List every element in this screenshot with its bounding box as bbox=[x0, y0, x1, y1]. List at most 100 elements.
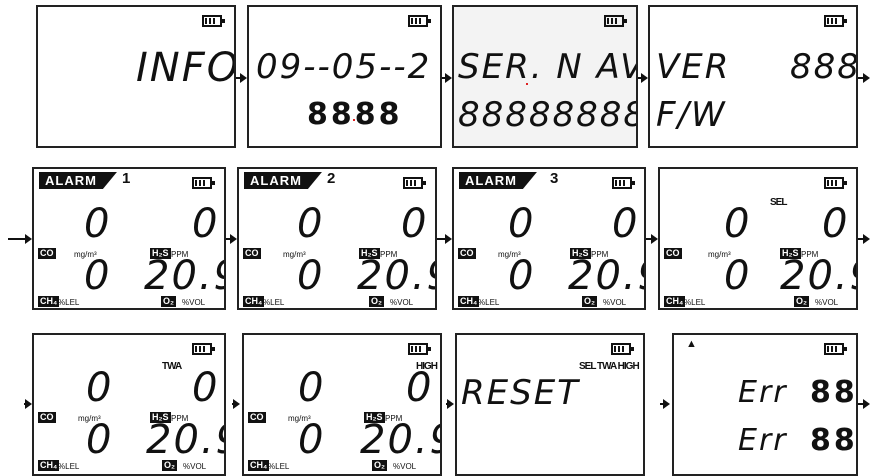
h2s-reading: 0 bbox=[612, 201, 640, 247]
date-code: 8888 bbox=[307, 97, 403, 132]
battery-icon bbox=[824, 343, 847, 355]
date-panel: 09--05--2 1 8888 bbox=[247, 5, 442, 148]
indicator-dot bbox=[353, 119, 355, 121]
ch4-unit: %LEL bbox=[268, 462, 290, 471]
ch4-chip: CH₄ bbox=[248, 460, 270, 471]
info-text: INFO bbox=[136, 45, 236, 91]
co-chip: CO bbox=[664, 248, 682, 259]
version-label: VER bbox=[656, 47, 731, 87]
ch4-unit: %LEL bbox=[58, 298, 80, 307]
high-panel: HIGH 0 0 CO mg/m³ H₂S PPM 0 20.9 CH₄ %LE… bbox=[242, 333, 442, 476]
o2-unit: %VOL bbox=[182, 298, 206, 307]
h2s-reading: 0 bbox=[401, 201, 429, 247]
flow-arrow bbox=[858, 234, 870, 244]
battery-icon bbox=[408, 343, 431, 355]
flow-arrow bbox=[232, 399, 240, 409]
alarm3-panel: ALARM 3 0 0 CO mg/m³ H₂S PPM 0 20.9 CH₄ … bbox=[452, 167, 646, 310]
o2-unit: %VOL bbox=[393, 462, 417, 471]
o2-reading: 20.9 bbox=[780, 253, 856, 299]
o2-reading: 20.9 bbox=[568, 253, 644, 299]
date-text: 09--05--2 1 bbox=[256, 47, 440, 87]
co-reading: 0 bbox=[298, 365, 326, 411]
alarm-tag: ALARM bbox=[39, 172, 117, 189]
battery-icon bbox=[192, 343, 215, 355]
co-reading: 0 bbox=[297, 201, 325, 247]
battery-icon bbox=[202, 15, 225, 27]
ch4-chip: CH₄ bbox=[243, 296, 265, 307]
alarm-number: 3 bbox=[550, 170, 559, 187]
firmware-label: F/W bbox=[656, 95, 727, 135]
reset-text: RESET bbox=[461, 373, 580, 413]
o2-reading: 20.9 bbox=[357, 253, 435, 299]
co-reading: 0 bbox=[724, 201, 752, 247]
ch4-unit: %LEL bbox=[58, 462, 80, 471]
alarm2-panel: ALARM 2 0 0 CO mg/m³ H₂S PPM 0 20.9 CH₄ … bbox=[237, 167, 437, 310]
o2-chip: O₂ bbox=[369, 296, 384, 307]
ch4-chip: CH₄ bbox=[38, 296, 60, 307]
o2-chip: O₂ bbox=[582, 296, 597, 307]
reset-panel: SEL TWA HIGH RESET bbox=[455, 333, 645, 476]
serial-panel: SER. N AVX 88888888 bbox=[452, 5, 638, 148]
ch4-chip: CH₄ bbox=[38, 460, 60, 471]
co-chip: CO bbox=[38, 412, 56, 423]
error-code-1: 88 bbox=[810, 375, 858, 410]
error-code-2: 88 bbox=[810, 423, 858, 458]
co-reading: 0 bbox=[86, 365, 114, 411]
alarm1-panel: ALARM 1 0 0 CO mg/m³ H₂S PPM 0 20.9 CH₄ … bbox=[32, 167, 226, 310]
sel-panel: SEL 0 0 CO mg/m³ H₂S PPM 0 20.9 CH₄ %LEL… bbox=[658, 167, 858, 310]
flow-arrow bbox=[437, 234, 452, 244]
version-value: 888 bbox=[790, 47, 858, 87]
battery-icon bbox=[612, 177, 635, 189]
h2s-reading: 0 bbox=[406, 365, 434, 411]
flow-arrow bbox=[858, 73, 870, 83]
co-reading: 0 bbox=[84, 201, 112, 247]
battery-icon bbox=[611, 343, 634, 355]
reset-modes: SEL TWA HIGH bbox=[579, 361, 640, 372]
flow-arrow bbox=[858, 399, 870, 409]
o2-chip: O₂ bbox=[162, 460, 177, 471]
co-reading: 0 bbox=[508, 201, 536, 247]
battery-icon bbox=[604, 15, 627, 27]
alarm-number: 2 bbox=[327, 170, 336, 187]
serial-value: 88888888 bbox=[458, 95, 638, 135]
ch4-unit: %LEL bbox=[684, 298, 706, 307]
o2-unit: %VOL bbox=[603, 298, 627, 307]
h2s-reading: 0 bbox=[192, 365, 220, 411]
battery-icon bbox=[403, 177, 426, 189]
error-label-2: Err bbox=[738, 423, 788, 458]
o2-reading: 20.9 bbox=[360, 417, 440, 463]
flow-arrow bbox=[660, 399, 670, 409]
flow-arrow bbox=[24, 399, 32, 409]
battery-icon bbox=[824, 15, 847, 27]
error-label-1: Err bbox=[738, 375, 788, 410]
flow-arrow bbox=[446, 399, 454, 409]
o2-unit: %VOL bbox=[183, 462, 207, 471]
o2-unit: %VOL bbox=[390, 298, 414, 307]
info-panel: INFO bbox=[36, 5, 236, 148]
alarm-tag: ALARM bbox=[459, 172, 537, 189]
battery-icon bbox=[824, 177, 847, 189]
serial-label: SER. N AVX bbox=[458, 47, 636, 87]
battery-icon bbox=[192, 177, 215, 189]
ch4-unit: %LEL bbox=[263, 298, 285, 307]
o2-unit: %VOL bbox=[815, 298, 839, 307]
warning-icon: ▲ bbox=[686, 338, 697, 350]
flow-arrow bbox=[646, 234, 658, 244]
o2-chip: O₂ bbox=[372, 460, 387, 471]
flow-arrow bbox=[638, 73, 648, 83]
o2-reading: 20.9 bbox=[144, 253, 224, 299]
flow-arrow bbox=[236, 73, 247, 83]
ch4-unit: %LEL bbox=[478, 298, 500, 307]
o2-chip: O₂ bbox=[794, 296, 809, 307]
co-chip: CO bbox=[458, 248, 476, 259]
indicator-dot bbox=[526, 83, 528, 85]
ch4-reading: 0 bbox=[508, 253, 536, 299]
h2s-reading: 0 bbox=[192, 201, 220, 247]
flow-arrow bbox=[226, 234, 237, 244]
version-panel: VER 888 F/W bbox=[648, 5, 858, 148]
alarm-number: 1 bbox=[122, 170, 131, 187]
ch4-reading: 0 bbox=[86, 417, 114, 463]
ch4-reading: 0 bbox=[297, 253, 325, 299]
co-chip: CO bbox=[243, 248, 261, 259]
twa-panel: TWA 0 0 CO mg/m³ H₂S PPM 0 20.9 CH₄ %LEL… bbox=[32, 333, 226, 476]
